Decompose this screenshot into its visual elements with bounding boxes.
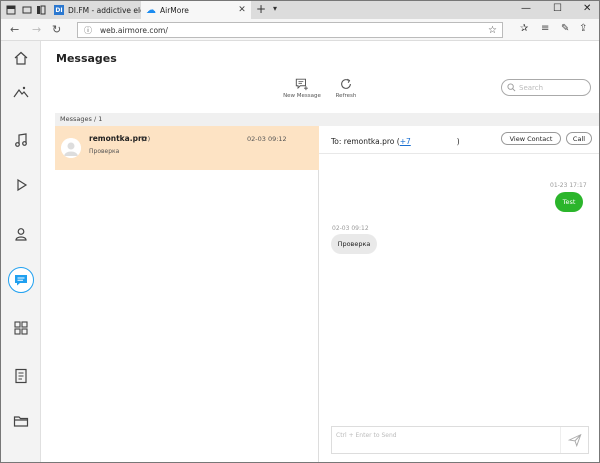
sidebar-item-documents[interactable] xyxy=(8,363,34,389)
url-field[interactable]: ⓘ web.airmore.com/ ☆ xyxy=(77,22,503,38)
tab-list-icon[interactable] xyxy=(35,4,47,16)
tab-label: AirMore xyxy=(160,5,189,15)
person-icon xyxy=(15,228,27,241)
recipient-close-paren: ) xyxy=(456,137,460,146)
close-tab-icon[interactable]: ✕ xyxy=(236,5,248,15)
window-menu-icon[interactable] xyxy=(5,4,17,16)
share-icon[interactable]: ⇪ xyxy=(579,23,587,34)
home-icon xyxy=(14,51,28,65)
compose-input[interactable] xyxy=(332,427,560,453)
incoming-message[interactable]: Проверка xyxy=(331,234,377,254)
chevron-down-icon[interactable]: ▾ xyxy=(273,4,277,13)
breadcrumb: Messages / 1 xyxy=(60,115,103,123)
address-bar: ← → ↻ ⓘ web.airmore.com/ ☆ ✰ ≡ ✎ ⇪ xyxy=(1,19,599,41)
search-icon xyxy=(507,83,516,92)
sidebar-item-videos[interactable] xyxy=(8,172,34,198)
sidebar-item-contacts[interactable] xyxy=(8,221,34,247)
recipient-label: To: remontka.pro ( xyxy=(331,137,400,146)
sidebar-item-music[interactable] xyxy=(8,127,34,153)
reload-icon[interactable]: ↻ xyxy=(52,23,61,36)
play-icon xyxy=(17,178,28,192)
search-input[interactable] xyxy=(519,83,587,92)
page-title: Messages xyxy=(56,52,117,65)
mountain-icon xyxy=(13,86,29,98)
refresh-icon xyxy=(341,78,351,89)
info-icon[interactable]: ⓘ xyxy=(84,25,96,36)
send-button[interactable] xyxy=(560,427,588,453)
compose-box xyxy=(331,426,589,454)
message-count: (2) xyxy=(141,135,151,143)
refresh-button[interactable]: Refresh xyxy=(321,77,371,99)
tab-airmore[interactable]: ☁ AirMore ✕ xyxy=(141,1,251,19)
recipient: To: remontka.pro (+7) xyxy=(331,137,460,146)
new-message-button[interactable]: New Message xyxy=(277,77,327,99)
back-icon[interactable]: ← xyxy=(10,23,19,36)
new-message-icon xyxy=(295,78,308,91)
document-icon xyxy=(15,368,27,384)
call-button[interactable]: Call xyxy=(566,132,592,145)
contact-name: remontka.pro xyxy=(89,134,147,143)
conversation-time: 02-03 09:12 xyxy=(247,135,287,143)
forward-icon[interactable]: → xyxy=(32,23,41,36)
sidebar-item-messages[interactable] xyxy=(8,267,34,293)
sidebar xyxy=(1,41,41,462)
folder-icon xyxy=(13,416,29,427)
favorite-star-icon[interactable]: ☆ xyxy=(488,25,502,36)
new-message-label: New Message xyxy=(283,93,321,99)
difm-favicon: DI xyxy=(54,5,64,15)
chat-pane: To: remontka.pro (+7) View Contact Call … xyxy=(319,126,599,462)
message-time: 01-23 17:17 xyxy=(550,182,587,189)
tab-difm[interactable]: DI DI.FM - addictive electr xyxy=(49,1,141,19)
music-note-icon xyxy=(15,133,27,147)
minimize-icon[interactable]: — xyxy=(521,3,531,14)
sidebar-item-home[interactable] xyxy=(8,45,34,71)
favorites-icon[interactable]: ✰ xyxy=(520,23,528,34)
avatar xyxy=(61,138,81,158)
message-time: 02-03 09:12 xyxy=(332,225,369,232)
recipient-number-link[interactable]: +7 xyxy=(400,137,411,146)
chat-header: To: remontka.pro (+7) View Contact Call xyxy=(319,126,599,154)
tab-strip: DI DI.FM - addictive electr ☁ AirMore ✕ … xyxy=(1,1,599,19)
sidebar-item-photos[interactable] xyxy=(8,79,34,105)
tab-preview-icon[interactable] xyxy=(21,4,33,16)
airmore-icon: ☁ xyxy=(146,4,156,16)
browser-window: DI DI.FM - addictive electr ☁ AirMore ✕ … xyxy=(0,0,600,463)
reading-list-icon[interactable]: ≡ xyxy=(541,23,549,34)
main-panel: Messages New Message Refresh Messages / … xyxy=(42,41,599,462)
outgoing-message[interactable]: Test xyxy=(555,192,583,212)
conversation-list: remontka.pro (2) 02-03 09:12 Проверка xyxy=(55,126,319,462)
close-window-icon[interactable]: ✕ xyxy=(583,3,591,14)
message-preview: Проверка xyxy=(89,148,120,155)
send-icon xyxy=(567,433,582,447)
search-box[interactable] xyxy=(501,79,591,96)
view-contact-button[interactable]: View Contact xyxy=(501,132,561,145)
url-text: web.airmore.com/ xyxy=(100,25,168,35)
list-item[interactable]: remontka.pro (2) 02-03 09:12 Проверка xyxy=(55,126,319,170)
breadcrumb-bar: Messages / 1 xyxy=(55,113,599,126)
sidebar-item-apps[interactable] xyxy=(8,315,34,341)
message-icon xyxy=(15,275,27,286)
maximize-icon[interactable]: ☐ xyxy=(553,3,562,14)
apps-grid-icon xyxy=(14,321,28,335)
pen-icon[interactable]: ✎ xyxy=(561,23,569,34)
tab-label: DI.FM - addictive electr xyxy=(68,5,141,15)
new-tab-icon[interactable]: + xyxy=(256,2,266,16)
sidebar-item-files[interactable] xyxy=(8,408,34,434)
refresh-label: Refresh xyxy=(335,93,357,99)
